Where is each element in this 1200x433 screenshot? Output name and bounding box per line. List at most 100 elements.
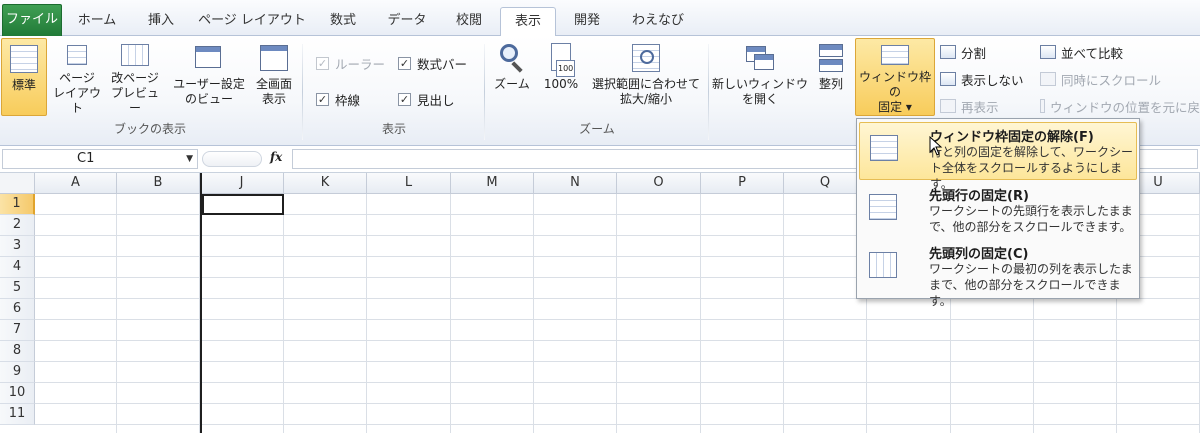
column-header[interactable]: L [367,173,451,194]
tab-file[interactable]: ファイル [2,4,62,36]
formula-bar-collapse-handle[interactable] [202,151,262,167]
gridline-horizontal [35,319,1200,320]
unhide-icon [940,99,956,113]
gridlines-checkbox[interactable]: ✓ 枠線 [316,90,360,109]
excel-window: ファイル ホーム 挿入 ページ レイアウト 数式 データ 校閲 表示 開発 わえ… [0,0,1200,433]
gridline-vertical [450,194,451,433]
reset-window-position-button[interactable]: ウィンドウの位置を元に戻 [1040,96,1200,116]
column-header[interactable]: A [35,173,117,194]
gridline-vertical [366,194,367,433]
column-header[interactable]: P [701,173,784,194]
page-layout-view-button[interactable]: ページ レイアウト [48,38,106,116]
row-header[interactable]: 7 [0,320,35,341]
tab-insert[interactable]: 挿入 [132,7,190,36]
hide-button[interactable]: 表示しない [940,69,1024,89]
freeze-first-column-desc-line-1: ワークシートの最初の列を表示したま [929,262,1133,276]
ruler-checkbox[interactable]: ✓ ルーラー [316,54,385,73]
synchronous-scrolling-button[interactable]: 同時にスクロール [1040,69,1161,89]
sync-scroll-icon [1040,72,1056,86]
mouse-cursor-icon [929,136,943,156]
formula-bar-check-icon: ✓ [398,57,411,70]
row-header[interactable]: 10 [0,383,35,404]
zoom-to-selection-button[interactable]: 選択範囲に合わせて 拡大/縮小 [586,38,706,116]
unfreeze-icon [868,133,900,163]
row-header[interactable]: 6 [0,299,35,320]
reset-position-label: ウィンドウの位置を元に戻 [1049,99,1200,115]
row-header[interactable]: 5 [0,278,35,299]
unhide-label: 再表示 [961,99,999,115]
new-window-label-1: 新しいウィンドウ [712,77,809,91]
freeze-first-column-desc: ワークシートの最初の列を表示したま まで、他の部分をスクロールできます。 [929,261,1134,309]
gridline-horizontal [35,382,1200,383]
page-break-label-1: 改ページ [111,71,159,85]
column-header[interactable]: O [617,173,701,194]
select-all-corner[interactable] [0,173,35,194]
arrange-all-button[interactable]: 整列 [810,38,852,116]
full-screen-label-1: 全画面 [255,77,292,91]
headings-label: 見出し [417,93,455,108]
tab-formulas[interactable]: 数式 [316,7,370,36]
row-header[interactable]: 1 [0,194,35,215]
page-break-icon [119,42,151,68]
formula-bar-checkbox[interactable]: ✓ 数式バー [398,54,467,73]
zoom-100-button[interactable]: 100 100% [538,38,584,116]
tab-review[interactable]: 校閲 [444,7,494,36]
unhide-button[interactable]: 再表示 [940,96,999,116]
unfreeze-title: ウィンドウ枠固定の解除(F) [930,130,1094,145]
chevron-down-icon[interactable]: ▼ [186,150,193,168]
freeze-top-row-desc: ワークシートの先頭行を表示したまま で、他の部分をスクロールできます。 [929,203,1134,235]
column-header[interactable]: N [534,173,617,194]
headings-checkbox[interactable]: ✓ 見出し [398,90,455,109]
view-side-by-side-button[interactable]: 並べて比較 [1040,42,1123,62]
page-layout-label-1: ページ [59,71,95,85]
arrange-icon [815,42,847,74]
tab-developer[interactable]: 開発 [562,7,612,36]
name-box[interactable]: C1 ▼ [2,149,198,169]
tab-data[interactable]: データ [376,7,438,36]
gridline-vertical [700,194,701,433]
freeze-top-row-item[interactable]: 先頭行の固定(R) ワークシートの先頭行を表示したまま で、他の部分をスクロール… [859,182,1137,240]
gridline-vertical [116,194,117,433]
freeze-first-column-item[interactable]: 先頭列の固定(C) ワークシートの最初の列を表示したま まで、他の部分をスクロー… [859,240,1137,308]
custom-views-button[interactable]: ユーザー設定 のビュー [170,38,248,116]
column-header[interactable]: J [200,173,284,194]
zoom-button[interactable]: ズーム [490,38,534,116]
tab-home[interactable]: ホーム [66,7,128,36]
row-header[interactable]: 2 [0,215,35,236]
tab-waenabi[interactable]: わえなび [618,7,698,36]
freeze-panes-button[interactable]: ウィンドウ枠の 固定 ▾ [855,38,935,116]
row-header[interactable]: 3 [0,236,35,257]
formula-bar-label: 数式バー [417,57,468,72]
full-screen-button[interactable]: 全画面 表示 [250,38,298,116]
tab-page-layout[interactable]: ページ レイアウト [194,7,310,36]
page-break-preview-button[interactable]: 改ページ プレビュー [106,38,164,116]
arrange-label: 整列 [818,77,843,91]
zoom-100-icon: 100 [545,42,577,77]
active-cell-c1[interactable] [202,194,284,215]
unfreeze-panes-item[interactable]: ウィンドウ枠固定の解除(F) 行と列の固定を解除して、ワークシー ト全体をスクロ… [859,122,1137,191]
freeze-top-row-title: 先頭行の固定(R) [929,189,1029,204]
normal-view-button[interactable]: 標準 [1,38,47,116]
gridlines-check-icon: ✓ [316,93,329,106]
freeze-label-1: ウィンドウ枠の [858,70,931,99]
column-header[interactable]: B [117,173,200,194]
column-header[interactable]: M [451,173,534,194]
column-header[interactable]: Q [784,173,867,194]
row-header[interactable]: 8 [0,341,35,362]
gridline-horizontal [35,403,1200,404]
row-header[interactable]: 9 [0,362,35,383]
split-label: 分割 [961,45,987,61]
row-header[interactable]: 4 [0,257,35,278]
zoom-selection-label-2: 拡大/縮小 [619,92,673,106]
freeze-top-row-desc-line-2: で、他の部分をスクロールできます。 [929,220,1132,234]
tab-view[interactable]: 表示 [500,7,556,37]
insert-function-icon[interactable]: fx [270,150,282,164]
new-window-button[interactable]: 新しいウィンドウ を開く [712,38,808,116]
row-header[interactable]: 11 [0,404,35,425]
side-by-side-icon [1040,45,1056,59]
split-button[interactable]: 分割 [940,42,986,62]
column-header[interactable]: K [284,173,367,194]
full-screen-icon [258,42,290,74]
group-separator [484,44,485,140]
freeze-panes-icon [879,43,911,67]
